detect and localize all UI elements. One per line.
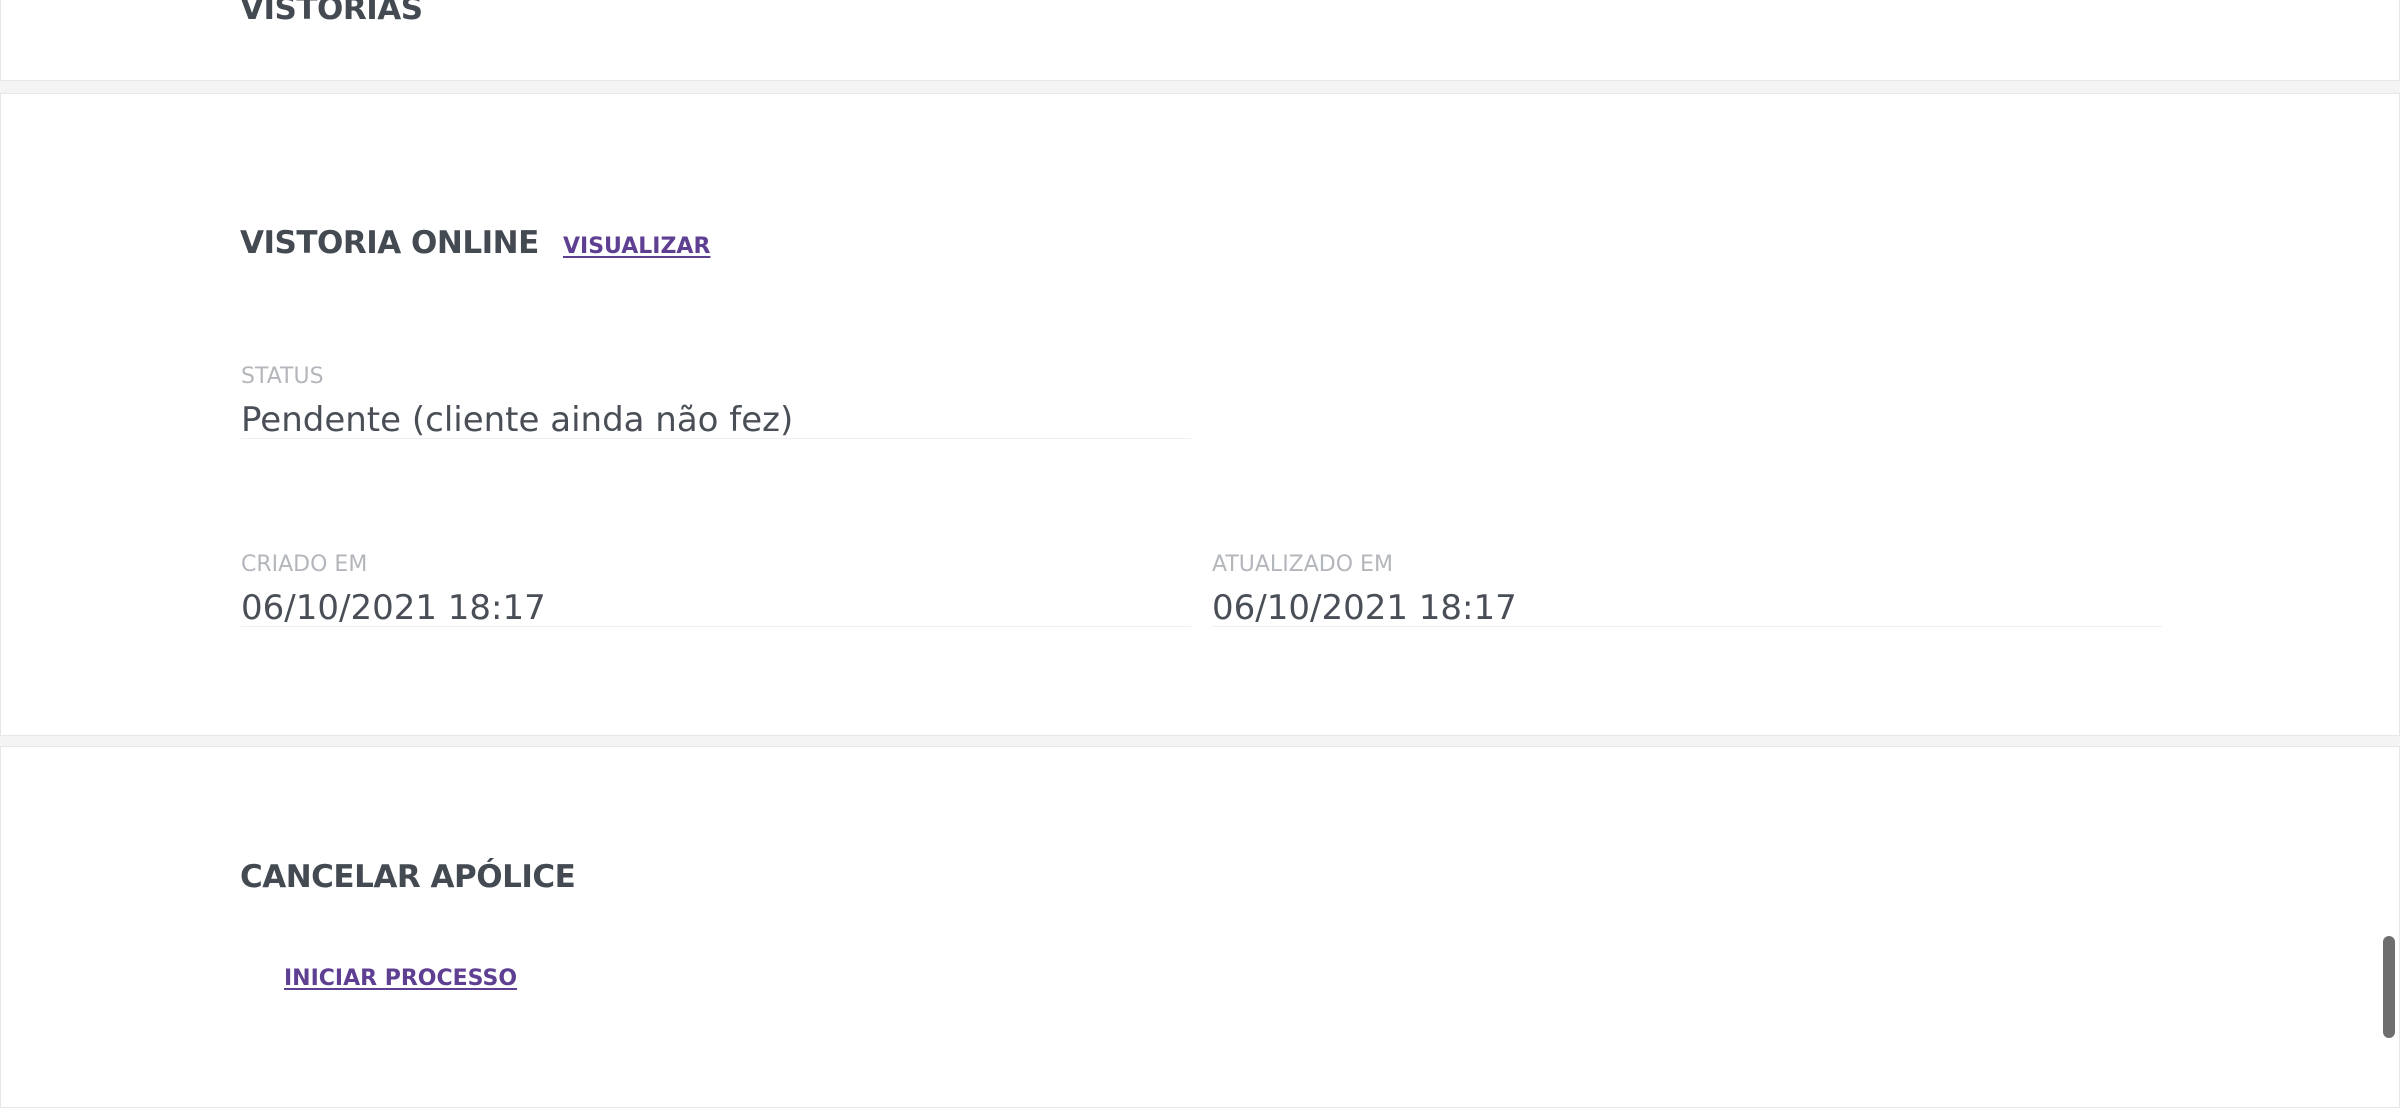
created-at-label: CRIADO EM [241,552,368,577]
visualizar-link[interactable]: VISUALIZAR [563,234,710,259]
updated-at-field: ATUALIZADO EM 06/10/2021 18:17 [1212,552,2162,628]
scrollbar-thumb[interactable] [2383,936,2395,1038]
cancelar-apolice-card: CANCELAR APÓLICE INICIAR PROCESSO [0,746,2400,1108]
vertical-scrollbar[interactable] [2378,0,2400,1076]
updated-at-label: ATUALIZADO EM [1212,552,1393,577]
cancelar-apolice-heading: CANCELAR APÓLICE [240,859,576,895]
vistorias-heading: VISTORIAS [240,0,423,27]
created-at-value: 06/10/2021 18:17 [241,588,546,628]
status-label: STATUS [241,364,324,389]
status-field: STATUS Pendente (cliente ainda não fez) [241,364,1191,440]
vistoria-online-heading: VISTORIA ONLINE [240,225,539,261]
created-at-field: CRIADO EM 06/10/2021 18:17 [241,552,1191,628]
iniciar-processo-link[interactable]: INICIAR PROCESSO [284,966,517,991]
vistoria-online-card: VISTORIA ONLINE VISUALIZAR STATUS Penden… [0,93,2400,736]
vistorias-card: VISTORIAS [0,0,2400,81]
status-value: Pendente (cliente ainda não fez) [241,400,794,440]
updated-at-value: 06/10/2021 18:17 [1212,588,1517,628]
